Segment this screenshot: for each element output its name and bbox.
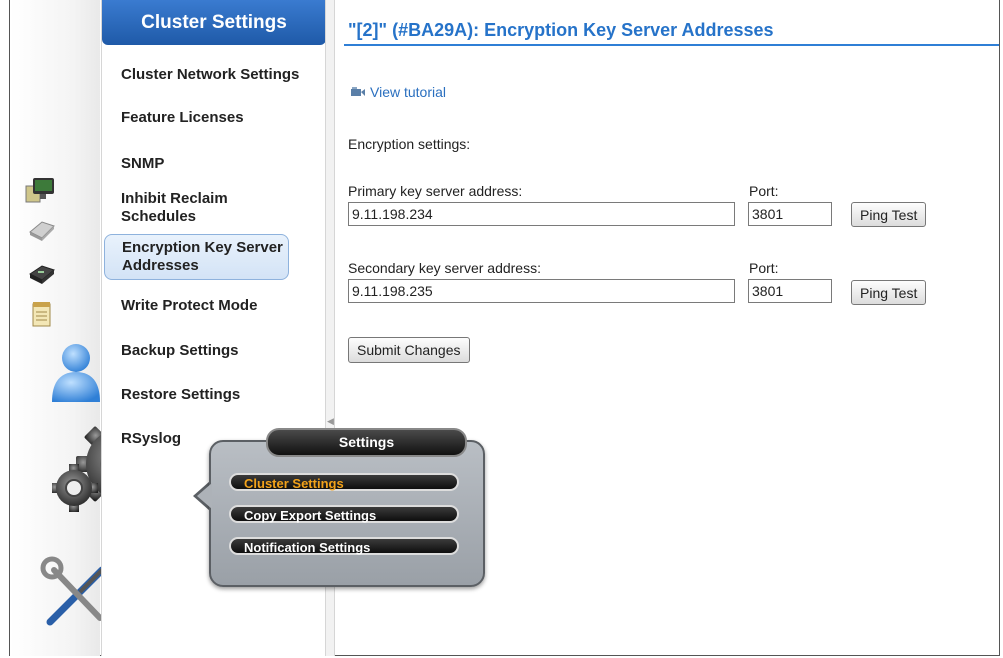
primary-port-label: Port: [749, 183, 779, 199]
tutorial-label: View tutorial [370, 84, 447, 100]
secondary-address-input[interactable] [348, 279, 735, 303]
view-tutorial-link[interactable]: View tutorial [350, 84, 446, 100]
primary-address-label: Primary key server address: [348, 183, 523, 199]
popup-pointer-fill [197, 483, 212, 509]
secondary-port-label: Port: [749, 260, 779, 276]
secondary-ping-test-button[interactable]: Ping Test [851, 280, 927, 305]
submit-changes-button[interactable]: Submit Changes [348, 337, 470, 363]
nav-item-snmp[interactable]: SNMP [121, 155, 321, 173]
notepad-icon[interactable] [30, 300, 54, 328]
video-camera-icon [351, 87, 365, 96]
nav-item-write-protect-mode[interactable]: Write Protect Mode [121, 297, 321, 315]
primary-address-input[interactable] [348, 202, 735, 226]
nav-item-cluster-network-settings[interactable]: Cluster Network Settings [121, 66, 321, 84]
monitor-icon[interactable] [24, 176, 56, 204]
tape-drive-icon[interactable] [26, 262, 56, 286]
user-icon[interactable] [48, 340, 104, 404]
nav-item-backup-settings[interactable]: Backup Settings [121, 342, 321, 360]
nav-item-encryption-key-server-addresses[interactable]: Encryption Key Server Addresses [104, 234, 289, 280]
nav-header: Cluster Settings [102, 0, 326, 45]
popup-item-cluster-settings[interactable]: Cluster Settings [229, 473, 459, 491]
collapse-arrow-icon[interactable]: ◀ [327, 416, 334, 427]
popup-item-notification-settings[interactable]: Notification Settings [229, 537, 459, 555]
nav-item-inhibit-reclaim-schedules[interactable]: Inhibit Reclaim Schedules [121, 190, 271, 226]
popup-item-copy-export-settings[interactable]: Copy Export Settings [229, 505, 459, 523]
secondary-address-label: Secondary key server address: [348, 260, 541, 276]
title-divider [344, 44, 999, 46]
nav-item-feature-licenses[interactable]: Feature Licenses [121, 109, 321, 127]
popup-title: Settings [266, 428, 467, 457]
secondary-port-input[interactable] [748, 279, 832, 303]
primary-port-input[interactable] [748, 202, 832, 226]
nav-item-restore-settings[interactable]: Restore Settings [121, 386, 321, 404]
page-title: "[2]" (#BA29A): Encryption Key Server Ad… [348, 20, 774, 40]
encryption-settings-label: Encryption settings: [348, 136, 471, 152]
primary-ping-test-button[interactable]: Ping Test [851, 202, 927, 227]
drive-icon[interactable] [26, 218, 56, 242]
